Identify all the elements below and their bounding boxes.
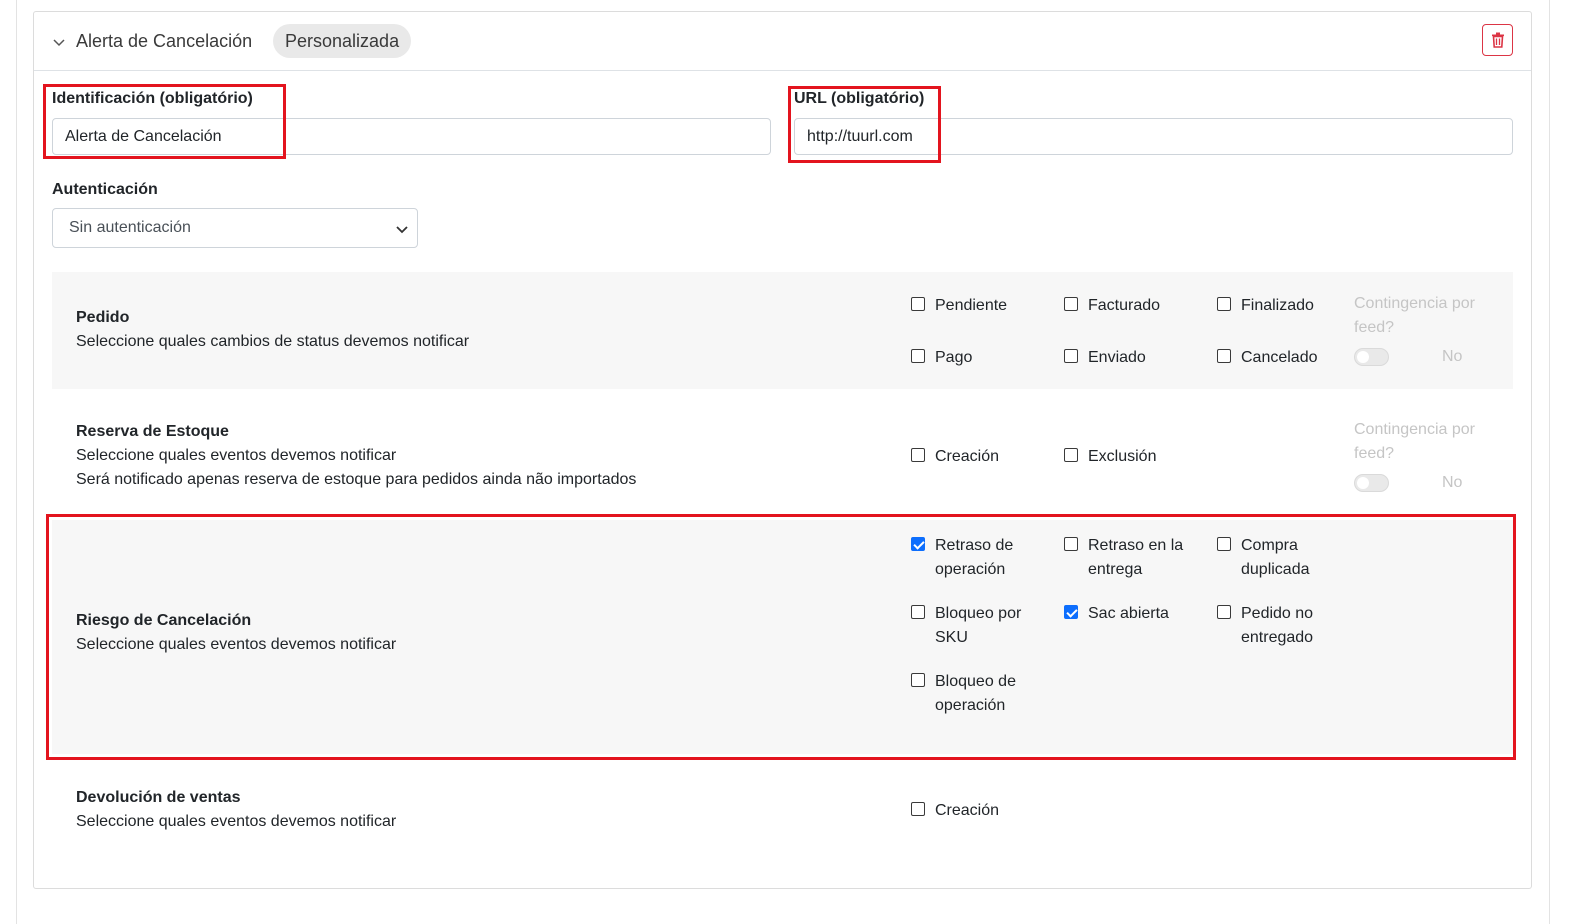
checkbox-label: Creación xyxy=(935,448,1000,465)
checkbox-label: Facturado xyxy=(1088,297,1161,314)
contingency-label: feed? xyxy=(1354,319,1395,336)
pedido-title: Pedido xyxy=(76,309,130,326)
highlight-box xyxy=(43,84,286,159)
delete-button[interactable] xyxy=(1482,24,1513,56)
contingency-label: Contingencia por xyxy=(1354,295,1475,312)
checkbox-creacion[interactable] xyxy=(911,448,925,462)
checkbox-label: Exclusión xyxy=(1088,448,1157,465)
checkbox-finalizado[interactable] xyxy=(1217,297,1231,311)
checkbox-pendiente[interactable] xyxy=(911,297,925,311)
auth-select[interactable]: Sin autenticación xyxy=(52,208,418,248)
contingency-label: Contingencia por xyxy=(1354,421,1475,438)
devolucion-title: Devolución de ventas xyxy=(76,789,241,806)
chevron-down-icon[interactable] xyxy=(51,34,67,50)
checkbox-exclusion[interactable] xyxy=(1064,448,1078,462)
contingency-toggle[interactable] xyxy=(1354,348,1389,366)
contingency-value: No xyxy=(1442,348,1463,365)
checkbox-enviado[interactable] xyxy=(1064,349,1078,363)
checkbox-label: Pendiente xyxy=(935,297,1008,314)
page-right-border xyxy=(1549,0,1550,924)
reserva-title: Reserva de Estoque xyxy=(76,423,229,440)
card-title: Alerta de Cancelación xyxy=(76,31,253,51)
type-badge: Personalizada xyxy=(273,24,412,58)
checkbox-label: Cancelado xyxy=(1241,349,1318,366)
highlight-box xyxy=(46,514,1516,760)
trash-icon xyxy=(1491,32,1504,48)
contingency-toggle[interactable] xyxy=(1354,474,1389,492)
checkbox-devolucion-creacion[interactable] xyxy=(911,802,925,816)
chevron-down-icon xyxy=(396,226,408,234)
checkbox-label: Finalizado xyxy=(1241,297,1314,314)
checkbox-label: Creación xyxy=(935,802,1000,819)
checkbox-label: Pago xyxy=(935,349,973,366)
devolucion-description: Seleccione quales eventos devemos notifi… xyxy=(76,813,397,830)
checkbox-pago[interactable] xyxy=(911,349,925,363)
highlight-box xyxy=(788,86,941,163)
reserva-note: Será notificado apenas reserva de estoqu… xyxy=(76,471,637,488)
checkbox-cancelado[interactable] xyxy=(1217,349,1231,363)
pedido-description: Seleccione quales cambios de status deve… xyxy=(76,333,470,350)
contingency-value: No xyxy=(1442,474,1463,491)
auth-label: Autenticación xyxy=(52,181,158,198)
reserva-description: Seleccione quales eventos devemos notifi… xyxy=(76,447,397,464)
checkbox-label: Enviado xyxy=(1088,349,1146,366)
card-header[interactable]: Alerta de Cancelación Personalizada xyxy=(34,12,1531,71)
checkbox-facturado[interactable] xyxy=(1064,297,1078,311)
auth-select-value: Sin autenticación xyxy=(69,219,191,236)
page-left-border xyxy=(16,0,17,924)
contingency-label: feed? xyxy=(1354,445,1395,462)
